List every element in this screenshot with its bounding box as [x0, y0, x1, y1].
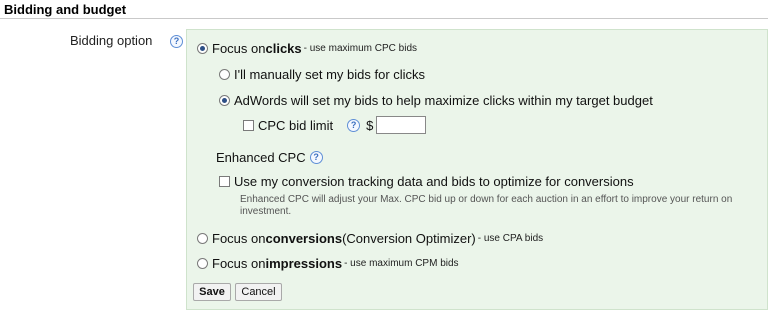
auto-bids-label: AdWords will set my bids to help maximiz…	[234, 93, 653, 108]
cancel-button[interactable]: Cancel	[235, 283, 282, 301]
option-conversion-tracking[interactable]: Use my conversion tracking data and bids…	[219, 174, 634, 189]
focus-impressions-note: - use maximum CPM bids	[344, 258, 459, 269]
help-icon[interactable]: ?	[309, 151, 323, 164]
conversion-tracking-label: Use my conversion tracking data and bids…	[234, 174, 634, 189]
focus-conversions-prefix: Focus on	[212, 231, 266, 246]
bidding-option-label: Bidding option	[70, 33, 153, 48]
cpc-bid-limit-label: CPC bid limit	[258, 117, 334, 133]
focus-conversions-middle: (Conversion Optimizer)	[342, 231, 476, 246]
help-icon[interactable]: ?	[170, 35, 184, 49]
focus-conversions-keyword: conversions	[265, 231, 343, 246]
manual-bids-label: I'll manually set my bids for clicks	[234, 67, 426, 82]
section-header: Bidding and budget	[0, 0, 768, 19]
currency-symbol: $	[366, 117, 374, 133]
focus-clicks-note: - use maximum CPC bids	[303, 43, 417, 54]
bidding-option-row: Bidding option ?	[70, 33, 184, 49]
cpc-bid-limit-row: CPC bid limit ? $	[243, 116, 427, 134]
focus-conversions-note: - use CPA bids	[477, 233, 544, 244]
conversion-tracking-checkbox[interactable]	[219, 176, 230, 187]
save-button[interactable]: Save	[193, 283, 231, 301]
cpc-bid-limit-input[interactable]	[376, 116, 427, 134]
option-focus-impressions[interactable]: Focus on impressions - use maximum CPM b…	[197, 256, 459, 271]
focus-impressions-prefix: Focus on	[212, 256, 266, 271]
option-manual-bids[interactable]: I'll manually set my bids for clicks	[219, 67, 425, 82]
enhanced-cpc-label: Enhanced CPC	[216, 150, 306, 165]
section-title: Bidding and budget	[4, 2, 127, 17]
focus-impressions-radio[interactable]	[197, 258, 208, 269]
focus-clicks-prefix: Focus on	[212, 41, 266, 56]
option-auto-bids[interactable]: AdWords will set my bids to help maximiz…	[219, 93, 653, 108]
focus-clicks-keyword: clicks	[265, 41, 302, 56]
help-icon[interactable]: ?	[347, 118, 361, 132]
enhanced-cpc-heading: Enhanced CPC ?	[216, 150, 323, 165]
focus-impressions-keyword: impressions	[265, 256, 343, 271]
cpc-bid-limit-checkbox[interactable]	[243, 119, 254, 131]
option-focus-clicks[interactable]: Focus on clicks - use maximum CPC bids	[197, 41, 417, 56]
manual-bids-radio[interactable]	[219, 69, 230, 80]
auto-bids-radio[interactable]	[219, 95, 230, 106]
focus-conversions-radio[interactable]	[197, 233, 208, 244]
focus-clicks-radio[interactable]	[197, 43, 208, 54]
conversion-tracking-description: Enhanced CPC will adjust your Max. CPC b…	[240, 194, 733, 217]
option-focus-conversions[interactable]: Focus on conversions (Conversion Optimiz…	[197, 231, 543, 246]
